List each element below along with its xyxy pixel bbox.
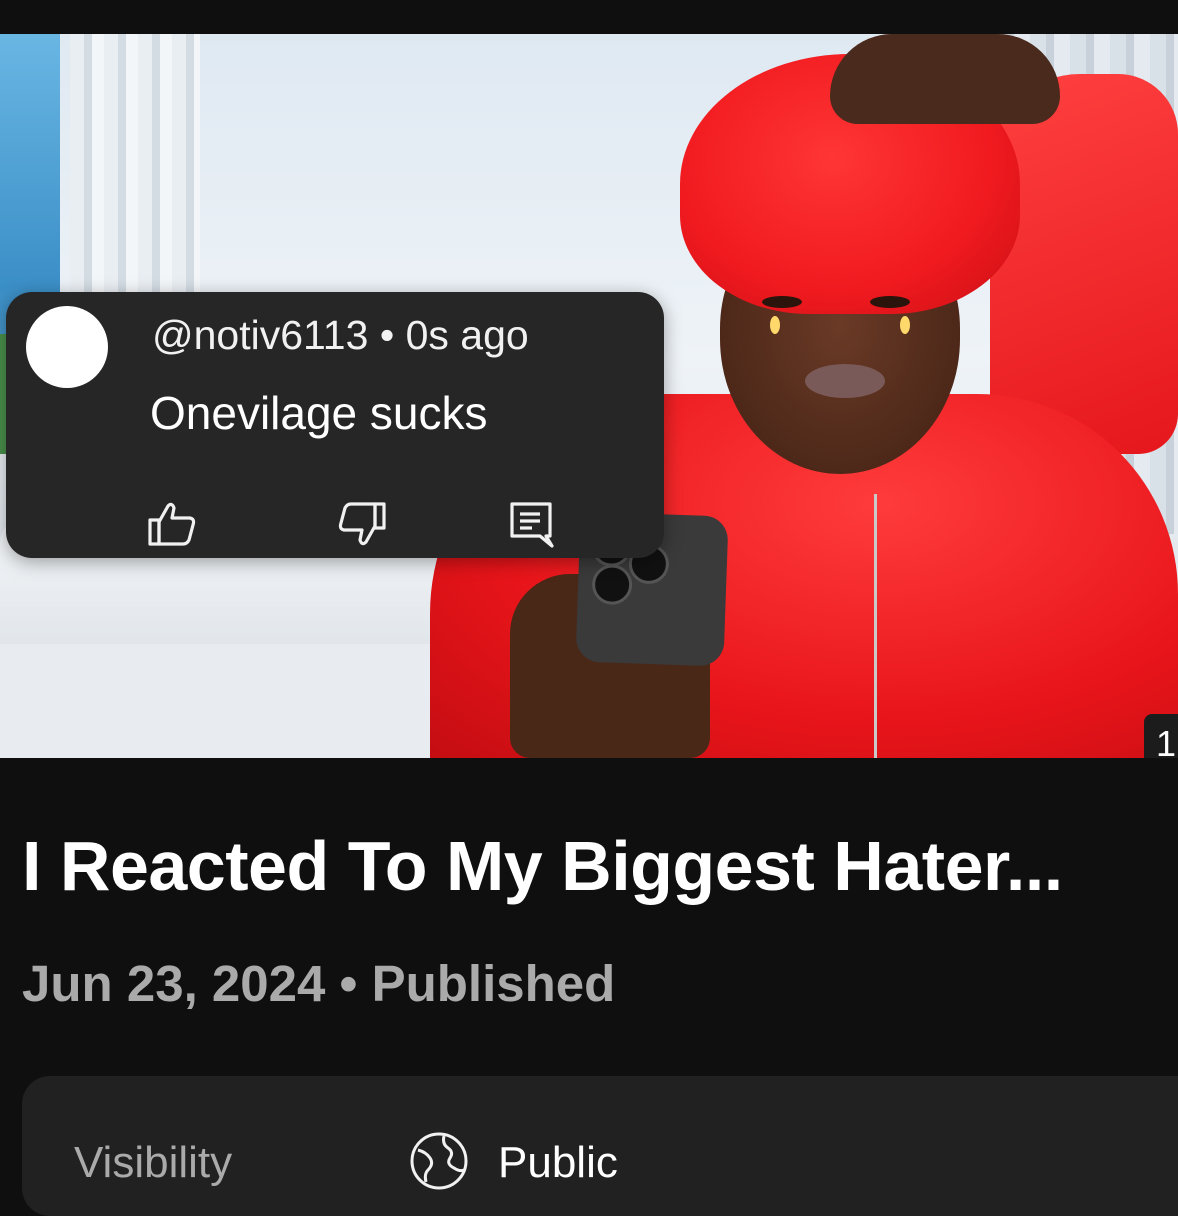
raised-arm	[990, 74, 1178, 454]
tear-right	[900, 316, 910, 334]
globe-icon	[408, 1130, 470, 1192]
hand-on-head	[830, 34, 1060, 124]
duration-badge: 1	[1144, 714, 1178, 758]
comment-time: 0s ago	[405, 312, 529, 358]
right-eye	[870, 296, 910, 308]
visibility-label: Visibility	[74, 1138, 233, 1187]
comment-separator: •	[379, 312, 395, 358]
publish-status: Published	[371, 955, 616, 1012]
reply-icon	[506, 498, 558, 550]
video-meta: Jun 23, 2024 • Published	[22, 954, 615, 1013]
dislike-icon	[336, 498, 388, 550]
tear-left	[770, 316, 780, 334]
visibility-value: Public	[498, 1138, 618, 1187]
like-icon	[146, 498, 198, 550]
visibility-row[interactable]: Visibility Public	[22, 1076, 1178, 1216]
meta-separator: •	[339, 955, 358, 1012]
video-title[interactable]: I Reacted To My Biggest Hater...	[22, 826, 1063, 906]
comment-card: @notiv6113 • 0s ago Onevilage sucks	[6, 292, 664, 558]
avatar	[26, 306, 108, 388]
top-bar	[0, 0, 1178, 34]
sofa-seat	[0, 644, 430, 758]
curtain-left	[70, 34, 200, 324]
publish-date: Jun 23, 2024	[22, 955, 326, 1012]
video-thumbnail[interactable]: @notiv6113 • 0s ago Onevilage sucks 1	[0, 34, 1178, 758]
lips	[805, 364, 885, 398]
left-eye	[762, 296, 802, 308]
comment-handle: @notiv6113	[152, 312, 369, 358]
hoodie-zipper	[874, 494, 877, 758]
comment-text: Onevilage sucks	[150, 387, 488, 439]
comment-header: @notiv6113 • 0s ago	[152, 312, 529, 359]
